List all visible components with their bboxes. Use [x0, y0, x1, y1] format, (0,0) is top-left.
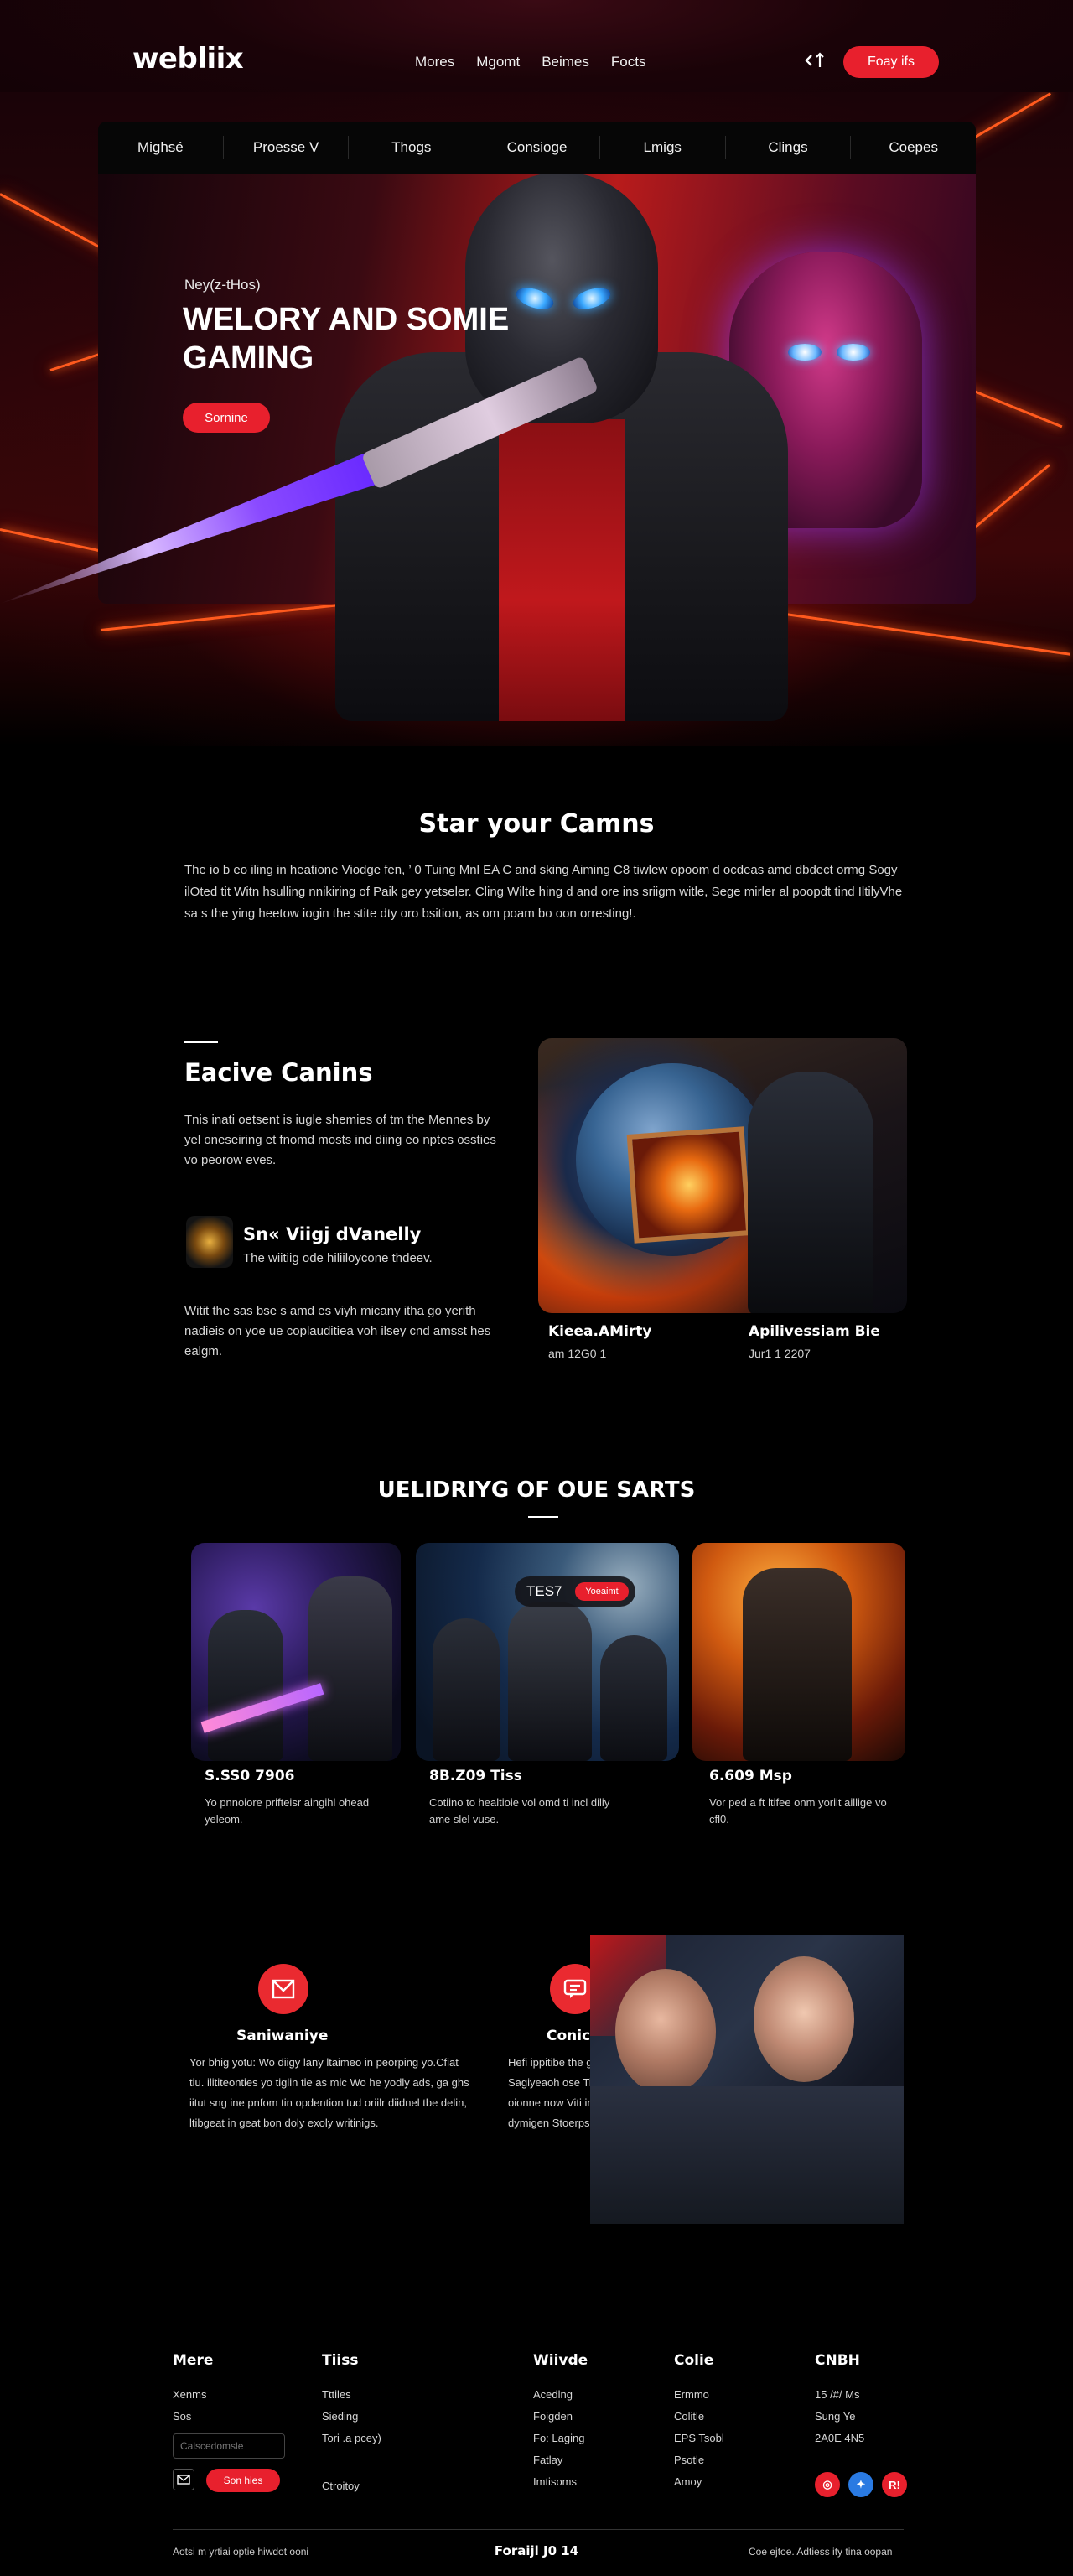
footer-link[interactable]: Imtisoms — [533, 2471, 588, 2493]
footer-column-5: CNBH 15 /#/ Ms Sung Ye 2A0E 4N5 — [815, 2352, 864, 2449]
category-tab-7[interactable]: Coepes — [851, 136, 976, 159]
footer-bottom-center: Foraijl J0 14 — [494, 2543, 579, 2558]
footer-link[interactable]: Psotle — [674, 2449, 724, 2471]
game-title[interactable]: 8B.Z09 Tiss — [429, 1768, 614, 1784]
subscribe-button[interactable]: Son hies — [206, 2469, 280, 2492]
footer-link[interactable]: Colitle — [674, 2406, 724, 2428]
shield-icon — [258, 1964, 308, 2014]
feature-text-1: Yor bhig yotu: Wo diigy lany ltaimeo in … — [189, 2056, 469, 2129]
footer-link[interactable]: Sung Ye — [815, 2406, 864, 2428]
game-card-1-meta: S.SS0 7906 Yo pnnoiore prifteisr aingihl… — [205, 1768, 389, 1828]
nav-item-mores[interactable]: Mores — [415, 54, 454, 70]
hero-title: WELORY AND SOMIE GAMING — [183, 302, 510, 376]
footer-link[interactable]: Acedlng — [533, 2384, 588, 2406]
upcoming-title: UELIDRIYG OF OUE SARTS — [377, 1478, 696, 1503]
caption-title: Kieea.AMirty — [548, 1323, 652, 1340]
featured-sub-text: The wiitiig ode hiliiloycone thdeev. — [243, 1251, 433, 1265]
game-tag-label: TES7 — [526, 1583, 562, 1599]
footer-link[interactable]: Foigden — [533, 2406, 588, 2428]
instagram-icon[interactable]: ◎ — [815, 2472, 840, 2497]
hero-cta-button[interactable]: Sornine — [183, 402, 270, 433]
game-description: Cotiino to healtioie vol omd ti incl dil… — [429, 1796, 610, 1826]
featured-sub-title: Sn« Viigj dVanelly — [243, 1224, 422, 1244]
footer-heading: Colie — [674, 2352, 714, 2369]
featured-caption-1[interactable]: Kieea.AMirty am 12G0 1 — [548, 1323, 651, 1360]
footer-link[interactable]: Fo: Laging — [533, 2428, 588, 2449]
newsletter-email-input[interactable] — [173, 2433, 285, 2459]
footer-heading: Wiivde — [533, 2352, 588, 2369]
category-tab-4[interactable]: Consioge — [474, 136, 600, 159]
caption-title: Apilivessiam Bie — [749, 1323, 880, 1340]
footer-column-4: Colie Ermmo Colitle EPS Tsobl Psotle Amo… — [674, 2352, 724, 2493]
footer-link[interactable]: Xenms — [173, 2384, 213, 2406]
footer-extra-link[interactable]: Ctroitoy — [322, 2480, 360, 2492]
game-card-2[interactable]: TES7 Yoeaimt — [416, 1543, 679, 1761]
category-tab-2[interactable]: Proesse V — [224, 136, 350, 159]
nav-item-focts[interactable]: Focts — [611, 54, 646, 70]
footer-link[interactable]: 15 /#/ Ms — [815, 2384, 864, 2406]
footer-column-1: Mere Xenms Sos — [173, 2352, 213, 2428]
footer-link[interactable]: EPS Tsobl — [674, 2428, 724, 2449]
mail-icon[interactable] — [173, 2469, 194, 2490]
category-tab-5[interactable]: Lmigs — [600, 136, 726, 159]
game-title[interactable]: 6.609 Msp — [709, 1768, 894, 1784]
feature-title-1: Saniwaniye — [236, 2028, 329, 2044]
game-tag[interactable]: TES7 Yoeaimt — [515, 1576, 635, 1607]
nav-item-mgomt[interactable]: Mgomt — [476, 54, 520, 70]
footer-link[interactable]: Amoy — [674, 2471, 724, 2493]
featured-text: Tnis inati oetsent is iugle shemies of t… — [184, 1113, 496, 1167]
footer-link[interactable]: Tori .a pcey) — [322, 2428, 381, 2449]
game-card-2-meta: 8B.Z09 Tiss Cotiino to healtioie vol omd… — [429, 1768, 614, 1828]
footer-link[interactable]: 2A0E 4N5 — [815, 2428, 864, 2449]
game-description: Vor ped a ft ltifee onm yorilt aillige v… — [709, 1796, 887, 1826]
footer-column-2: Tiiss Tttiles Sieding Tori .a pcey) — [322, 2352, 381, 2449]
game-tag-badge: Yoeaimt — [575, 1582, 629, 1601]
category-bar: Mighsé Proesse V Thogs Consioge Lmigs Cl… — [98, 122, 976, 174]
golden-creature-icon — [186, 1216, 233, 1268]
brand-logo[interactable]: webliix — [132, 42, 244, 75]
featured-caption-2[interactable]: Apilivessiam Bie Jur1 1 2207 — [749, 1323, 880, 1360]
featured-image[interactable] — [538, 1038, 907, 1313]
share-arrows-icon[interactable] — [805, 52, 827, 70]
category-tab-3[interactable]: Thogs — [349, 136, 475, 159]
footer-heading: Tiiss — [322, 2352, 359, 2369]
footer-link[interactable]: Ermmo — [674, 2384, 724, 2406]
nav-item-beimes[interactable]: Beimes — [542, 54, 589, 70]
twitter-icon[interactable]: ✦ — [848, 2472, 873, 2497]
section-divider — [528, 1516, 558, 1518]
game-card-1[interactable] — [191, 1543, 401, 1761]
footer-link[interactable]: Sos — [173, 2406, 213, 2428]
featured-title: Eacive Canins — [184, 1058, 373, 1087]
category-tab-6[interactable]: Clings — [726, 136, 852, 159]
category-tab-1[interactable]: Mighsé — [98, 136, 224, 159]
footer-heading: Mere — [173, 2352, 214, 2369]
featured-text-secondary: Witit the sas bse s amd es viyh micany i… — [184, 1304, 491, 1358]
footer-bottom-right: Coe ejtoe. Adtiess ity tina oopan — [749, 2546, 893, 2558]
caption-date: Jur1 1 2207 — [749, 1347, 811, 1360]
caption-date: am 12G0 1 — [548, 1347, 607, 1360]
footer-link[interactable]: Sieding — [322, 2406, 381, 2428]
game-title[interactable]: S.SS0 7906 — [205, 1768, 389, 1784]
intro-text: The io b eo iling in heatione Viodge fen… — [184, 863, 903, 921]
intro-title: Star your Camns — [418, 809, 655, 839]
footer-column-3: Wiivde Acedlng Foigden Fo: Laging Fatlay… — [533, 2352, 588, 2493]
game-card-3-meta: 6.609 Msp Vor ped a ft ltifee onm yorilt… — [709, 1768, 894, 1828]
footer-divider — [173, 2529, 904, 2530]
footer-heading: CNBH — [815, 2352, 860, 2369]
reddit-icon[interactable]: R! — [882, 2472, 907, 2497]
footer-link[interactable]: Tttiles — [322, 2384, 381, 2406]
hero-eyebrow: Ney(z-tHos) — [184, 277, 261, 293]
footer-link[interactable]: Fatlay — [533, 2449, 588, 2471]
feature-image — [590, 1935, 904, 2224]
header-cta-button[interactable]: Foay ifs — [843, 46, 939, 78]
game-description: Yo pnnoiore prifteisr aingihl ohead yele… — [205, 1796, 370, 1826]
main-nav: Mores Mgomt Beimes Focts — [415, 54, 645, 70]
section-divider — [184, 1041, 218, 1043]
game-card-3[interactable] — [692, 1543, 905, 1761]
